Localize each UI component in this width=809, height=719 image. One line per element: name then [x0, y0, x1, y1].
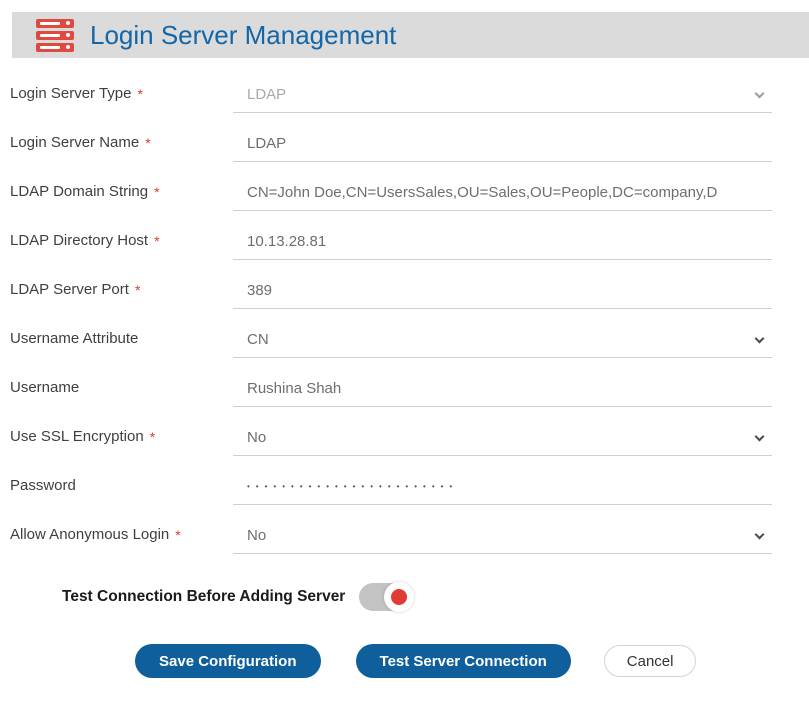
field-value: 389	[247, 282, 272, 299]
field-label-text: Allow Anonymous Login	[10, 526, 169, 543]
field-row-username-attribute: Username Attribute CN	[0, 309, 809, 358]
required-asterisk: *	[135, 282, 140, 298]
ldap-server-port-input[interactable]: 389	[233, 260, 772, 309]
toggle-knob-dot	[391, 589, 407, 605]
page-header: Login Server Management	[12, 12, 809, 58]
field-label-text: Password	[10, 477, 76, 494]
ldap-domain-string-input[interactable]: CN=John Doe,CN=UsersSales,OU=Sales,OU=Pe…	[233, 162, 772, 211]
field-label-text: Use SSL Encryption	[10, 428, 144, 445]
login-server-type-label: Login Server Type *	[10, 64, 233, 113]
field-row-allow-anonymous-login: Allow Anonymous Login * No	[0, 505, 809, 554]
field-label-text: LDAP Domain String	[10, 183, 148, 200]
field-value: Rushina Shah	[247, 380, 341, 397]
required-asterisk: *	[154, 184, 159, 200]
field-label-text: LDAP Directory Host	[10, 232, 148, 249]
field-label-text: Login Server Name	[10, 134, 139, 151]
test-connection-toggle-row: Test Connection Before Adding Server	[0, 582, 809, 612]
page-title: Login Server Management	[90, 20, 396, 51]
field-value: CN	[247, 331, 269, 348]
server-icon-bar	[36, 19, 74, 28]
test-connection-toggle-label: Test Connection Before Adding Server	[62, 588, 345, 606]
use-ssl-encryption-select[interactable]: No	[233, 407, 772, 456]
chevron-down-icon	[755, 89, 765, 99]
username-attribute-label: Username Attribute	[10, 309, 233, 358]
server-icon	[36, 19, 74, 52]
password-label: Password	[10, 456, 233, 505]
ldap-server-port-label: LDAP Server Port *	[10, 260, 233, 309]
field-label-text: Username Attribute	[10, 330, 138, 347]
save-configuration-button[interactable]: Save Configuration	[135, 644, 321, 678]
field-row-ldap-server-port: LDAP Server Port * 389	[0, 260, 809, 309]
login-server-name-input[interactable]: LDAP	[233, 113, 772, 162]
field-row-password: Password ••••••••••••••••••••••••	[0, 456, 809, 505]
field-row-username: Username Rushina Shah	[0, 358, 809, 407]
use-ssl-encryption-label: Use SSL Encryption *	[10, 407, 233, 456]
test-server-connection-button[interactable]: Test Server Connection	[356, 644, 571, 678]
field-row-ldap-directory-host: LDAP Directory Host * 10.13.28.81	[0, 211, 809, 260]
ldap-domain-string-label: LDAP Domain String *	[10, 162, 233, 211]
field-row-login-server-name: Login Server Name * LDAP	[0, 113, 809, 162]
required-asterisk: *	[145, 135, 150, 151]
required-asterisk: *	[154, 233, 159, 249]
field-row-login-server-type: Login Server Type * LDAP	[0, 64, 809, 113]
required-asterisk: *	[150, 429, 155, 445]
ldap-directory-host-input[interactable]: 10.13.28.81	[233, 211, 772, 260]
chevron-down-icon	[755, 432, 765, 442]
form-rows: Login Server Type * LDAP Login Server Name *…	[0, 64, 809, 554]
ldap-directory-host-label: LDAP Directory Host *	[10, 211, 233, 260]
username-attribute-select[interactable]: CN	[233, 309, 772, 358]
field-value: LDAP	[247, 135, 286, 152]
server-icon-bar	[36, 43, 74, 52]
required-asterisk: *	[137, 86, 142, 102]
field-value: 10.13.28.81	[247, 233, 326, 250]
field-value: No	[247, 429, 266, 446]
test-connection-toggle[interactable]	[359, 583, 413, 611]
action-buttons: Save Configuration Test Server Connectio…	[0, 644, 809, 678]
toggle-knob	[384, 582, 414, 612]
field-label-text: LDAP Server Port	[10, 281, 129, 298]
cancel-button[interactable]: Cancel	[604, 645, 697, 677]
required-asterisk: *	[175, 527, 180, 543]
field-value: ••••••••••••••••••••••••	[247, 482, 458, 491]
allow-anonymous-login-select[interactable]: No	[233, 505, 772, 554]
field-label-text: Username	[10, 379, 79, 396]
field-label-text: Login Server Type	[10, 85, 131, 102]
field-value: No	[247, 527, 266, 544]
server-icon-bar	[36, 31, 74, 40]
chevron-down-icon	[755, 334, 765, 344]
chevron-down-icon	[755, 530, 765, 540]
password-input[interactable]: ••••••••••••••••••••••••	[233, 456, 772, 505]
field-value: LDAP	[247, 86, 286, 103]
login-server-name-label: Login Server Name *	[10, 113, 233, 162]
allow-anonymous-login-label: Allow Anonymous Login *	[10, 505, 233, 554]
username-label: Username	[10, 358, 233, 407]
field-value: CN=John Doe,CN=UsersSales,OU=Sales,OU=Pe…	[247, 184, 717, 201]
login-server-type-select[interactable]: LDAP	[233, 64, 772, 113]
field-row-use-ssl-encryption: Use SSL Encryption * No	[0, 407, 809, 456]
username-input[interactable]: Rushina Shah	[233, 358, 772, 407]
field-row-ldap-domain-string: LDAP Domain String * CN=John Doe,CN=UsersS…	[0, 162, 809, 211]
